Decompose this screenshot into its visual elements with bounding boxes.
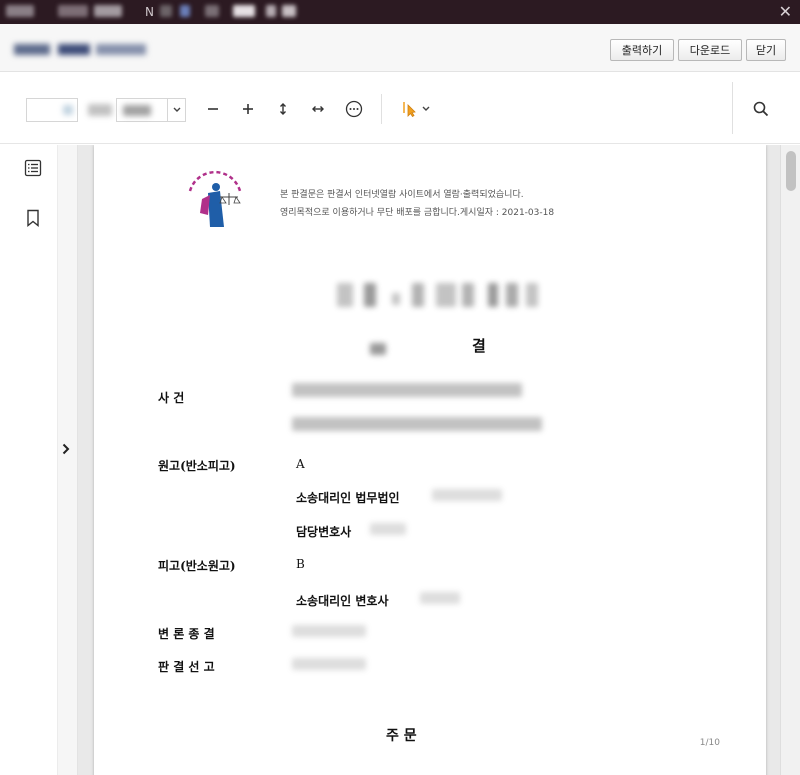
cursor-icon (403, 102, 416, 117)
more-horizontal-icon (345, 100, 363, 118)
court-name-blur (526, 283, 538, 307)
title-blur (58, 5, 88, 17)
plaintiff-name: A (296, 457, 305, 471)
download-button[interactable]: 다운로드 (678, 39, 742, 61)
search-icon (753, 101, 769, 117)
fit-width-icon (312, 106, 324, 112)
zoom-value-blur (123, 105, 151, 116)
list-icon (24, 159, 42, 177)
court-name-blur (412, 283, 424, 307)
case-number-blur (292, 417, 542, 431)
title-blur (282, 5, 296, 17)
plaintiff-label: 원고(반소피고) (158, 459, 236, 473)
title-blur (233, 5, 255, 17)
zoom-in-button[interactable] (235, 96, 261, 122)
thumbnails-button[interactable] (22, 157, 44, 179)
court-name-blur (436, 283, 456, 307)
sidebar-expand-button[interactable] (62, 443, 70, 459)
page-indicator: 1/10 (699, 738, 720, 748)
header-title-blur (58, 44, 90, 55)
closing-label: 변 론 종 결 (158, 627, 215, 641)
more-options-button[interactable] (341, 96, 367, 122)
judgment-heading: 결 (472, 337, 486, 355)
case-label: 사 건 (158, 391, 185, 405)
bookmarks-button[interactable] (22, 207, 44, 229)
field-blur (63, 105, 73, 115)
court-name-blur (392, 293, 400, 305)
defendant-name: B (296, 557, 305, 571)
law-firm-blur (432, 489, 502, 501)
title-blur (160, 5, 172, 17)
case-number-blur (292, 383, 522, 397)
toolbar-separator (732, 82, 733, 134)
judgment-date-blur (292, 658, 366, 670)
select-tool-button[interactable] (396, 96, 436, 122)
zoom-select[interactable] (116, 98, 186, 122)
page-number-input[interactable] (26, 98, 78, 122)
fit-width-button[interactable] (305, 96, 331, 122)
plaintiff-counsel: 소송대리인 법무법인 (296, 491, 400, 505)
pdf-toolbar (0, 72, 800, 144)
title-blur (180, 5, 190, 17)
sidebar (0, 145, 58, 775)
court-name-blur (364, 283, 376, 307)
window-close-icon[interactable]: ✕ (779, 1, 792, 23)
title-blur (266, 5, 276, 17)
order-title: 주 문 (386, 728, 417, 744)
defendant-counsel: 소송대리인 변호사 (296, 594, 389, 608)
zoom-out-button[interactable] (200, 96, 226, 122)
title-blur (94, 5, 122, 17)
viewer-header: 출력하기 다운로드 닫기 (0, 24, 800, 72)
chevron-down-icon (422, 106, 430, 111)
attorney-name-blur (370, 523, 406, 535)
print-button[interactable]: 출력하기 (610, 39, 674, 61)
title-letter: N (145, 5, 154, 19)
heading-blur (370, 343, 386, 355)
notice-line-1: 본 판결문은 판결서 인터넷열람 사이트에서 열람·출력되었습니다. (280, 190, 524, 200)
title-blur (6, 5, 34, 17)
court-seal-icon (188, 170, 242, 227)
window-titlebar: N ✕ (0, 0, 800, 24)
header-title-blur (14, 44, 50, 55)
fit-height-icon (280, 103, 286, 115)
document-viewport[interactable]: 본 판결문은 판결서 인터넷열람 사이트에서 열람·출력되었습니다. 영리목적으… (78, 145, 800, 775)
defendant-attorney-blur (420, 592, 460, 604)
notice-line-2: 영리목적으로 이용하거나 무단 배포를 금합니다.게시일자 : 2021-03-… (280, 208, 555, 218)
judgment-date-label: 판 결 선 고 (158, 660, 215, 674)
plus-icon (243, 104, 253, 114)
document-page: 본 판결문은 판결서 인터넷열람 사이트에서 열람·출력되었습니다. 영리목적으… (94, 145, 766, 775)
scrollbar-thumb[interactable] (786, 151, 796, 191)
plaintiff-attorney: 담당변호사 (296, 525, 352, 539)
page-total-blur (88, 104, 112, 116)
chevron-down-icon (173, 107, 180, 112)
closing-date-blur (292, 625, 366, 637)
court-name-blur (462, 283, 474, 307)
chevron-right-icon (62, 443, 70, 455)
toolbar-separator (381, 94, 382, 124)
title-blur (205, 5, 219, 17)
court-name-blur (488, 283, 498, 307)
defendant-label: 피고(반소원고) (158, 559, 236, 573)
header-title-blur (96, 44, 146, 55)
sidebar-toggle-strip[interactable] (58, 145, 78, 775)
search-button[interactable] (748, 96, 774, 122)
zoom-dropdown-toggle[interactable] (167, 99, 185, 121)
court-name-blur (337, 283, 353, 307)
vertical-scrollbar[interactable] (780, 145, 800, 775)
fit-height-button[interactable] (270, 96, 296, 122)
minus-icon (208, 108, 218, 110)
bookmark-icon (27, 209, 39, 227)
court-name-blur (506, 283, 518, 307)
close-button[interactable]: 닫기 (746, 39, 786, 61)
